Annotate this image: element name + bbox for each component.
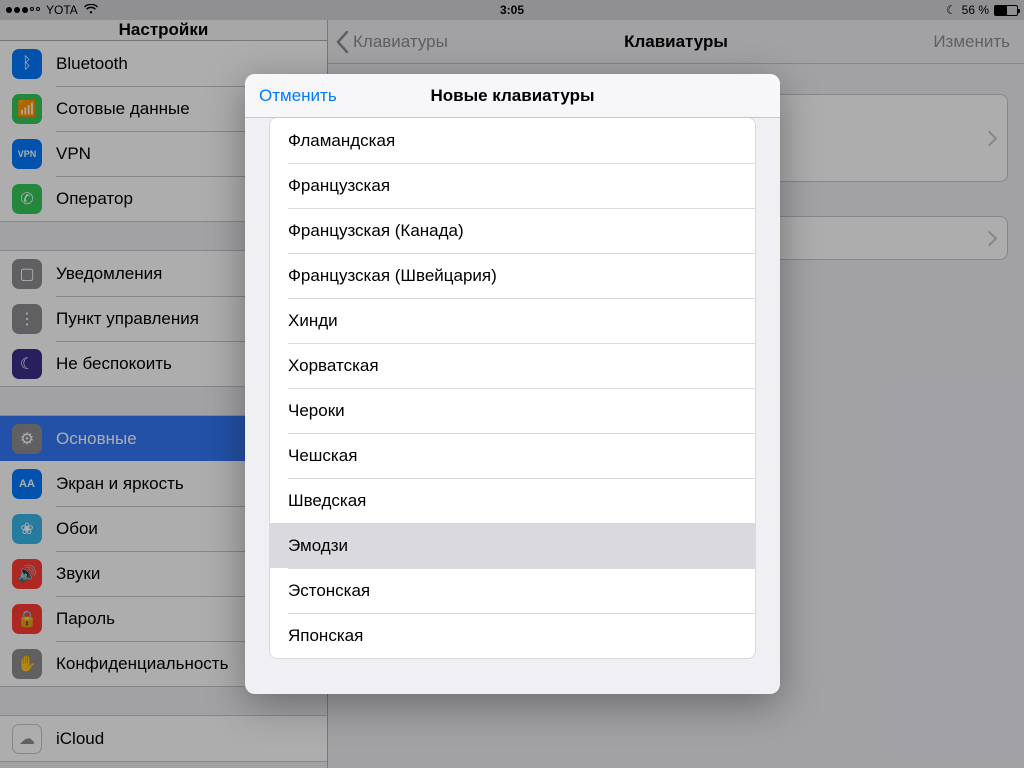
- keyboard-option-label: Хорватская: [288, 356, 379, 376]
- keyboard-language-list: Фламандская Французская Французская (Канад…: [269, 118, 756, 659]
- keyboard-option[interactable]: Чешская: [270, 433, 755, 478]
- keyboard-option[interactable]: Японская: [270, 613, 755, 658]
- keyboard-option-label: Эмодзи: [288, 536, 348, 556]
- keyboard-option[interactable]: Французская (Канада): [270, 208, 755, 253]
- keyboard-option-label: Фламандская: [288, 131, 395, 151]
- add-keyboard-modal: Отменить Новые клавиатуры Фламандская Фра…: [245, 74, 780, 694]
- modal-title: Новые клавиатуры: [430, 86, 594, 106]
- keyboard-option-label: Чероки: [288, 401, 345, 421]
- keyboard-option[interactable]: Французская: [270, 163, 755, 208]
- keyboard-option[interactable]: Чероки: [270, 388, 755, 433]
- keyboard-option-label: Французская: [288, 176, 390, 196]
- keyboard-option-label: Хинди: [288, 311, 338, 331]
- keyboard-option[interactable]: Хинди: [270, 298, 755, 343]
- cancel-button[interactable]: Отменить: [259, 86, 337, 106]
- keyboard-option-label: Шведская: [288, 491, 366, 511]
- keyboard-option[interactable]: Французская (Швейцария): [270, 253, 755, 298]
- keyboard-option-label: Французская (Канада): [288, 221, 464, 241]
- keyboard-option[interactable]: Хорватская: [270, 343, 755, 388]
- modal-header: Отменить Новые клавиатуры: [245, 74, 780, 118]
- keyboard-option[interactable]: Фламандская: [270, 118, 755, 163]
- keyboard-option-label: Французская (Швейцария): [288, 266, 497, 286]
- keyboard-option-label: Чешская: [288, 446, 357, 466]
- keyboard-option[interactable]: Шведская: [270, 478, 755, 523]
- keyboard-option-label: Японская: [288, 626, 363, 646]
- keyboard-option[interactable]: Эмодзи: [270, 523, 755, 568]
- keyboard-option-label: Эстонская: [288, 581, 370, 601]
- keyboard-option[interactable]: Эстонская: [270, 568, 755, 613]
